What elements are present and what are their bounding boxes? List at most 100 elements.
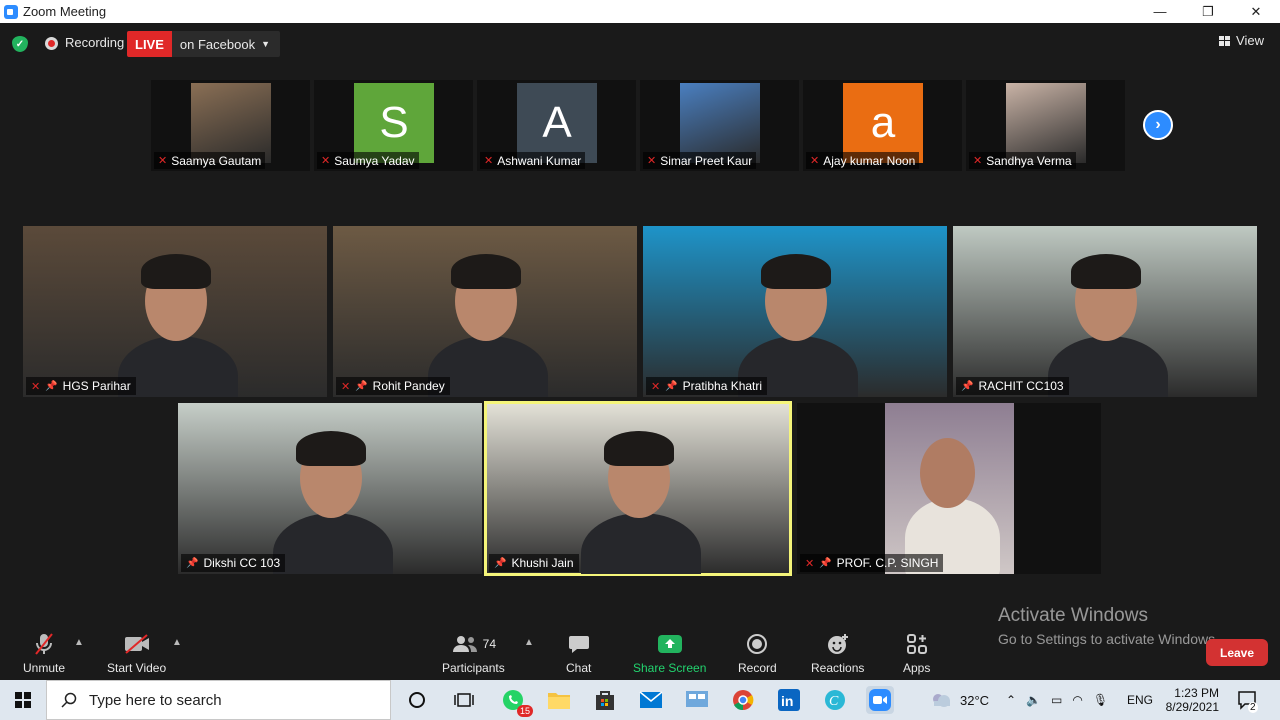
close-button[interactable]: ✕	[1232, 0, 1280, 23]
video-options-caret-icon[interactable]: ▲	[172, 637, 182, 648]
svg-text:in: in	[781, 693, 793, 709]
participant-name-tag: ✕ Sandhya Verma	[969, 152, 1076, 169]
language-indicator[interactable]: ENG	[1127, 680, 1153, 720]
chevron-up-icon[interactable]: ⌃	[1006, 693, 1016, 707]
participant-name-tag: ✕ 📌 Rohit Pandey	[336, 377, 450, 395]
recording-label: Recording	[65, 35, 125, 50]
participant-thumbnail[interactable]: ✕ Simar Preet Kaur	[640, 80, 799, 171]
live-destination-dropdown[interactable]: on Facebook ▼	[171, 31, 280, 57]
participants-button[interactable]: 74 Participants	[442, 631, 505, 675]
participant-name-tag: 📌 RACHIT CC103	[956, 377, 1069, 395]
clock[interactable]: 1:23 PM 8/29/2021	[1163, 680, 1219, 720]
chat-label: Chat	[566, 661, 592, 675]
participant-name: RACHIT CC103	[978, 379, 1064, 393]
chat-button[interactable]: Chat	[566, 631, 591, 675]
microphone-icon[interactable]: 🎙	[1093, 693, 1108, 707]
participants-icon-row: 74	[451, 631, 496, 657]
participant-name: Sandhya Verma	[986, 153, 1072, 168]
apps-icon	[906, 631, 928, 657]
leave-button[interactable]: Leave	[1206, 639, 1268, 666]
participant-video	[178, 403, 482, 574]
start-video-label: Start Video	[107, 661, 167, 675]
video-tile[interactable]: 📌 Khushi Jain	[484, 401, 792, 576]
avatar-photo	[1006, 83, 1086, 163]
apps-button[interactable]: Apps	[903, 631, 930, 675]
participant-name: Saamya Gautam	[171, 153, 262, 168]
weather-widget[interactable]: 32°C	[930, 680, 989, 720]
control-panel-icon[interactable]	[683, 686, 711, 714]
participant-thumbnail[interactable]: S ✕ Saumya Yadav	[314, 80, 473, 171]
share-screen-label: Share Screen	[633, 661, 707, 675]
participant-name: PROF. C.P. SINGH	[836, 556, 939, 570]
speaker-icon[interactable]: 🔈	[1026, 693, 1041, 707]
mail-icon[interactable]	[637, 686, 665, 714]
live-stream-indicator[interactable]: LIVE on Facebook ▼	[127, 31, 280, 57]
maximize-button[interactable]: ❐	[1184, 0, 1232, 23]
task-view-icon[interactable]	[450, 686, 478, 714]
reactions-button[interactable]: Reactions	[811, 631, 864, 675]
file-explorer-icon[interactable]	[545, 686, 573, 714]
windows-taskbar: Type here to search 15 in C 32°C ⌃ 🔈 ▭ ◠…	[0, 680, 1280, 720]
battery-icon[interactable]: ▭	[1051, 693, 1062, 707]
video-tile[interactable]: ✕ 📌 Rohit Pandey	[333, 226, 637, 397]
unmute-label: Unmute	[23, 661, 66, 675]
participant-name-tag: ✕ Saamya Gautam	[154, 152, 266, 169]
video-tile[interactable]: 📌 Dikshi CC 103	[178, 403, 482, 574]
video-tile[interactable]: 📌 RACHIT CC103	[953, 226, 1257, 397]
video-tile[interactable]: ✕ 📌 Pratibha Khatri	[643, 226, 947, 397]
linkedin-icon[interactable]: in	[775, 686, 803, 714]
whatsapp-icon[interactable]: 15	[499, 686, 533, 717]
microsoft-store-icon[interactable]	[591, 686, 619, 714]
clock-date: 8/29/2021	[1165, 700, 1219, 714]
share-screen-icon	[657, 631, 683, 657]
pin-icon: 📌	[186, 557, 199, 569]
participant-name: Saumya Yadav	[334, 153, 415, 168]
unmute-button[interactable]: Unmute	[23, 631, 65, 675]
record-button[interactable]: Record	[738, 631, 777, 675]
muted-mic-icon: ✕	[341, 380, 351, 393]
cortana-icon[interactable]	[403, 686, 431, 714]
avatar-initial: a	[843, 83, 923, 163]
notification-center-icon[interactable]: 2	[1237, 680, 1258, 720]
video-tile[interactable]: ✕ 📌 HGS Parihar	[23, 226, 327, 397]
notification-count: 2	[1248, 702, 1258, 713]
cloudy-weather-icon	[933, 694, 950, 707]
video-tile[interactable]: ✕ 📌 PROF. C.P. SINGH	[797, 403, 1101, 574]
taskbar-search-box[interactable]: Type here to search	[46, 680, 391, 720]
next-page-arrow-icon[interactable]: ›	[1143, 110, 1173, 140]
participants-count: 74	[482, 637, 497, 651]
pin-icon: 📌	[494, 557, 507, 569]
pin-icon: 📌	[961, 380, 974, 392]
window-title: Zoom Meeting	[23, 4, 107, 19]
pin-icon: 📌	[45, 380, 58, 392]
participant-video	[885, 403, 1014, 574]
minimize-button[interactable]: —	[1136, 0, 1184, 23]
reactions-label: Reactions	[811, 661, 865, 675]
participant-thumbnail[interactable]: ✕ Sandhya Verma	[966, 80, 1125, 171]
wifi-icon[interactable]: ◠	[1072, 693, 1082, 707]
avatar-initial: S	[354, 83, 434, 163]
start-video-button[interactable]: Start Video	[107, 631, 166, 675]
security-shield-icon[interactable]: ✓	[12, 36, 28, 52]
participants-icon	[452, 636, 477, 652]
participant-thumbnail[interactable]: a ✕ Ajay kumar Noon	[803, 80, 962, 171]
participant-thumbnail[interactable]: A ✕ Ashwani Kumar	[477, 80, 636, 171]
window-titlebar: Zoom Meeting — ❐ ✕	[0, 0, 1280, 23]
participant-thumbnail[interactable]: ✕ Saamya Gautam	[151, 80, 310, 171]
system-tray-icons: ⌃ 🔈 ▭ ◠ 🎙	[1006, 680, 1108, 720]
share-screen-button[interactable]: Share Screen	[633, 631, 706, 675]
canva-icon[interactable]: C	[821, 686, 849, 714]
apps-label: Apps	[903, 661, 931, 675]
chat-bubble-icon	[568, 631, 590, 657]
muted-microphone-icon	[33, 631, 55, 657]
record-label: Record	[738, 661, 777, 675]
participants-caret-icon[interactable]: ▲	[524, 637, 534, 648]
participant-video	[333, 226, 637, 397]
temperature-label: 32°C	[960, 692, 990, 708]
zoom-taskbar-icon[interactable]	[866, 686, 894, 714]
chrome-icon[interactable]	[729, 686, 757, 714]
audio-options-caret-icon[interactable]: ▲	[74, 637, 84, 648]
start-button[interactable]	[0, 680, 46, 720]
view-button[interactable]: View	[1219, 33, 1264, 48]
muted-mic-icon: ✕	[321, 155, 331, 167]
